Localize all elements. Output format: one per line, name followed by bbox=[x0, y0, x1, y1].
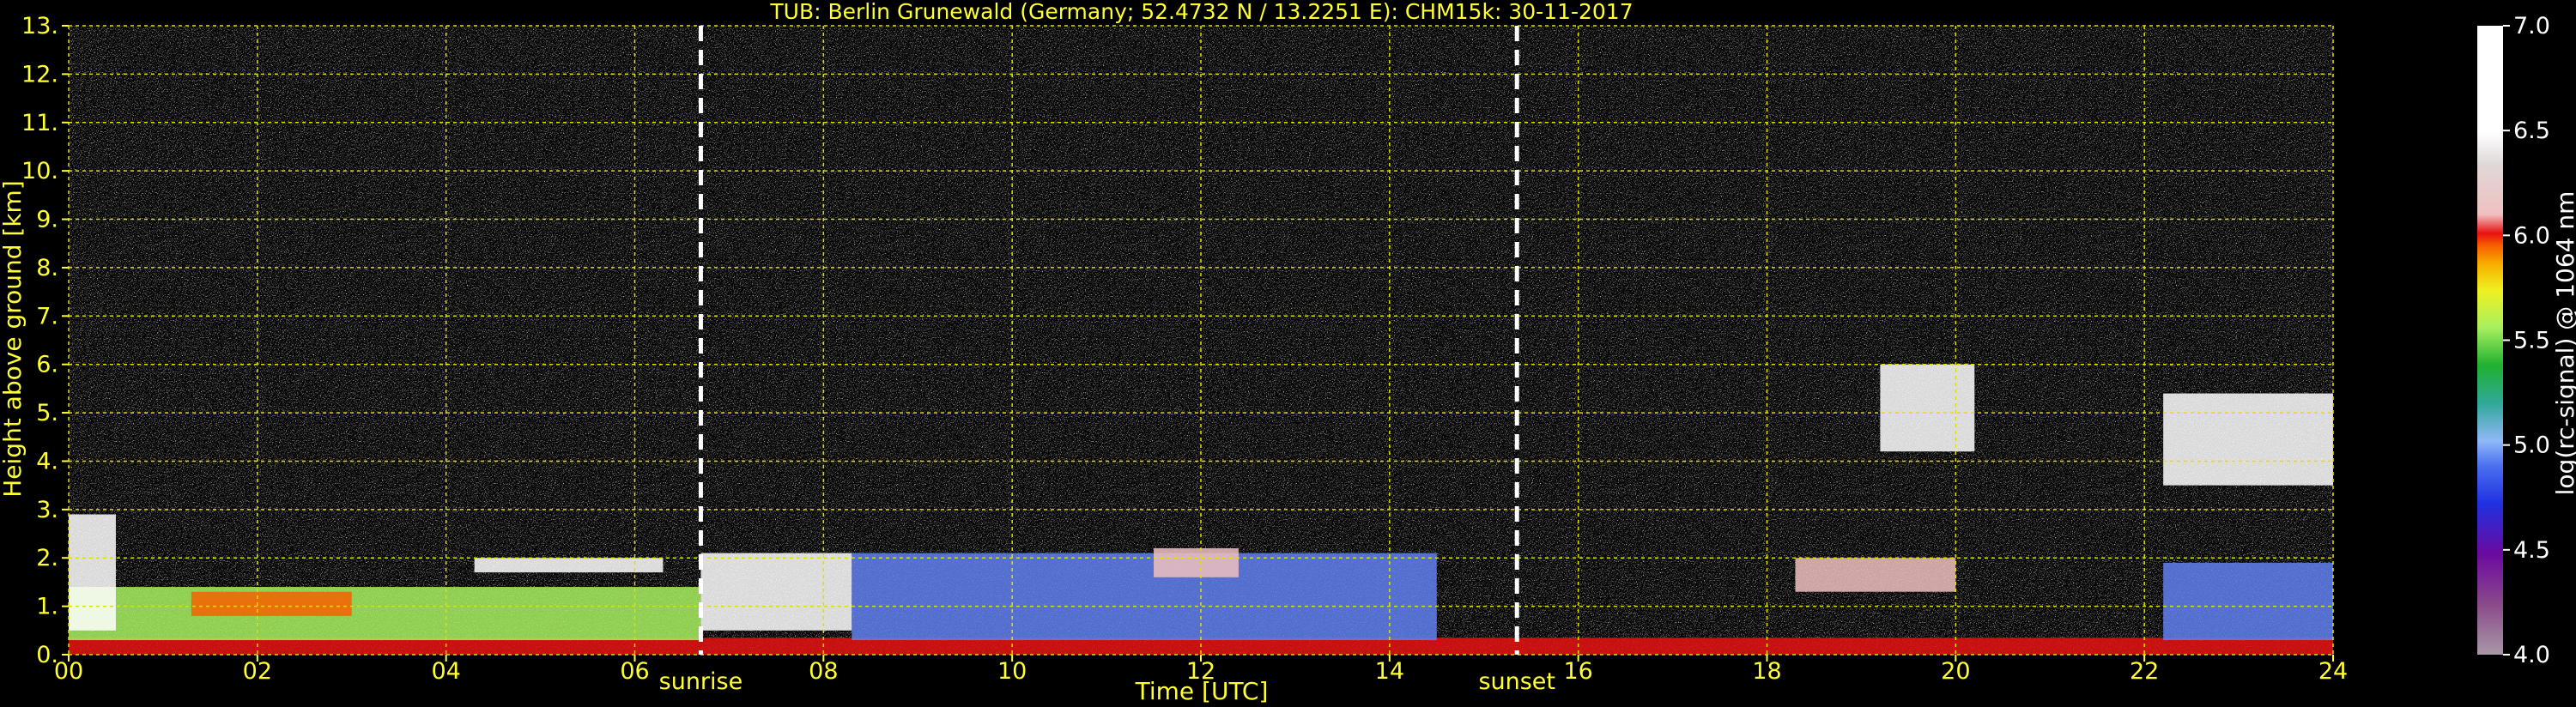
x-tick-label-3: 06 bbox=[620, 658, 649, 685]
colorbar-tick-label-5: 6.5 bbox=[2513, 118, 2550, 144]
x-tick-label-4: 08 bbox=[809, 658, 838, 685]
y-tick-label-4: 4. bbox=[36, 448, 58, 474]
colorbar-tick-label-3: 5.5 bbox=[2513, 328, 2550, 354]
layer-aerosol-08-14 bbox=[852, 553, 1437, 641]
colorbar-tick-label-4: 6.0 bbox=[2513, 222, 2550, 249]
x-tick-label-1: 02 bbox=[243, 658, 272, 685]
colorbar-tick-label-0: 4.0 bbox=[2513, 642, 2550, 668]
chart-title: TUB: Berlin Grunewald (Germany; 52.4732 … bbox=[769, 0, 1633, 24]
x-tick-label-5: 10 bbox=[997, 658, 1027, 685]
colorbar-label: log(rc-signal) @ 1064 nm bbox=[2551, 191, 2576, 496]
colorbar-tick-label-1: 4.5 bbox=[2513, 537, 2550, 564]
x-tick-label-0: 00 bbox=[54, 658, 83, 685]
colorbar: 4.0 4.5 5.0 5.5 6.0 6.5 7.0 log(rc-signal) @ 1… bbox=[2477, 13, 2576, 668]
x-tick-label-9: 18 bbox=[1752, 658, 1781, 685]
marker-label-sunrise: sunrise bbox=[659, 668, 743, 695]
x-tick-label-8: 16 bbox=[1563, 658, 1592, 685]
x-tick-label-10: 20 bbox=[1941, 658, 1970, 685]
x-axis-label: Time [UTC] bbox=[1135, 677, 1269, 705]
layer-cloud-18-20 bbox=[1795, 558, 1956, 592]
x-tick-label-12: 24 bbox=[2318, 658, 2348, 685]
layer-clouds-02-04 bbox=[191, 591, 352, 616]
y-tick-label-1: 1. bbox=[36, 594, 58, 620]
lidar-chart: 0.1.2.3.4.5.6.7.8.9.10.11.12.13. 00 02 04 0… bbox=[0, 0, 2576, 705]
y-tick-label-2: 2. bbox=[36, 545, 58, 571]
layer-cloud-22-24-high bbox=[2163, 393, 2333, 486]
y-tick-label-12: 12. bbox=[21, 61, 58, 88]
colorbar-ticks: 4.0 4.5 5.0 5.5 6.0 6.5 7.0 bbox=[2503, 13, 2550, 668]
marker-label-sunset: sunset bbox=[1478, 668, 1555, 695]
x-tick-label-2: 04 bbox=[431, 658, 460, 685]
colorbar-tick-label-2: 5.0 bbox=[2513, 432, 2550, 459]
colorbar-gradient bbox=[2477, 26, 2503, 655]
x-tick-label-7: 14 bbox=[1375, 658, 1404, 685]
y-tick-label-3: 3. bbox=[36, 497, 58, 523]
y-axis-label: Height above ground [km] bbox=[0, 180, 27, 498]
y-tick-label-9: 9. bbox=[36, 207, 58, 233]
y-tick-label-8: 8. bbox=[36, 255, 58, 281]
layer-cloud-11-12 bbox=[1154, 547, 1239, 577]
layer-aerosol-22-24 bbox=[2163, 562, 2333, 641]
layer-cloud-19-20-high bbox=[1880, 364, 1975, 452]
plot-area bbox=[68, 25, 2334, 656]
y-tick-label-5: 5. bbox=[36, 400, 58, 426]
y-tick-label-7: 7. bbox=[36, 303, 58, 329]
layer-boundary-layer-night bbox=[69, 587, 701, 641]
y-axis: 0.1.2.3.4.5.6.7.8.9.10.11.12.13. bbox=[21, 13, 69, 668]
layer-cloud-early bbox=[69, 514, 116, 631]
y-tick-label-6: 6. bbox=[36, 352, 58, 378]
y-tick-label-10: 10. bbox=[21, 158, 58, 184]
colorbar-tick-label-6: 7.0 bbox=[2513, 13, 2550, 39]
x-tick-label-11: 22 bbox=[2130, 658, 2159, 685]
y-tick-label-13: 13. bbox=[21, 13, 58, 39]
y-tick-label-11: 11. bbox=[21, 110, 58, 136]
layer-cloud-07-08 bbox=[700, 553, 852, 631]
